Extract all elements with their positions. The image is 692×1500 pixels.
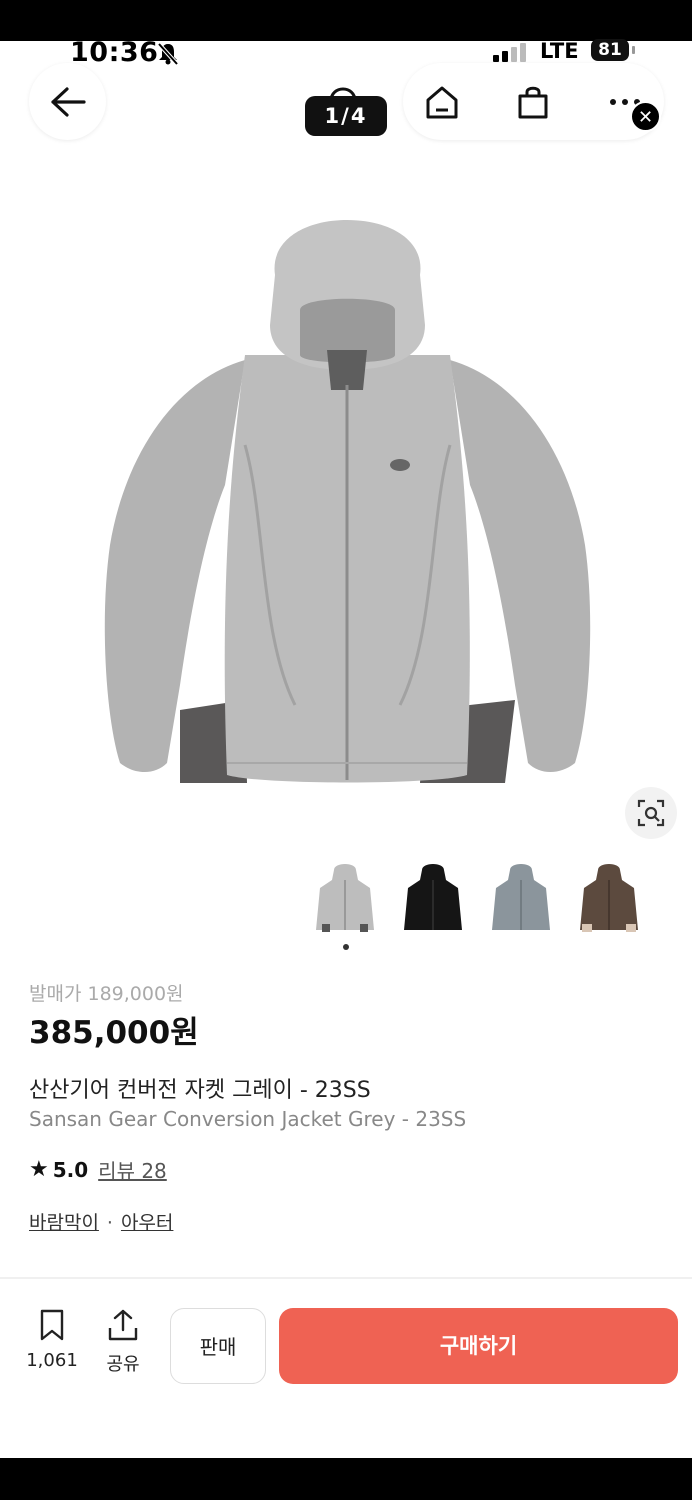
share-label: 공유 bbox=[106, 1354, 140, 1375]
share-icon bbox=[108, 1309, 138, 1341]
rating-score: 5.0 bbox=[52, 1157, 89, 1182]
category-link-windbreaker[interactable]: 바람막이 bbox=[29, 1212, 99, 1234]
buy-button[interactable]: 구매하기 bbox=[279, 1308, 678, 1384]
wishlist-button[interactable]: 1,061 bbox=[22, 1308, 82, 1371]
battery-indicator: 81 bbox=[591, 39, 629, 61]
product-name-korean: 산산기어 컨버전 자켓 그레이 - 23SS bbox=[29, 1078, 371, 1103]
bottom-black-bar bbox=[0, 1458, 692, 1500]
share-button[interactable]: 공유 bbox=[93, 1308, 153, 1376]
jacket-image bbox=[104, 220, 591, 783]
home-icon bbox=[426, 86, 458, 119]
jacket-thumb-grey bbox=[316, 864, 374, 932]
shopping-bag-icon bbox=[518, 86, 548, 119]
color-thumb-blue-grey[interactable] bbox=[488, 858, 554, 938]
star-icon: ★ bbox=[29, 1157, 49, 1182]
bell-muted-icon bbox=[157, 42, 179, 70]
image-search-button[interactable] bbox=[625, 787, 677, 839]
status-time: 10:36 bbox=[70, 37, 159, 68]
category-breadcrumb: 바람막이 · 아우터 bbox=[29, 1208, 173, 1235]
jacket-thumb-black bbox=[404, 864, 462, 930]
close-icon: ✕ bbox=[637, 107, 654, 128]
current-price: 385,000원 bbox=[29, 1015, 199, 1051]
color-thumb-brown[interactable] bbox=[576, 858, 642, 938]
color-thumb-black[interactable] bbox=[400, 858, 466, 938]
cart-button[interactable] bbox=[514, 83, 552, 121]
wishlist-count: 1,061 bbox=[26, 1350, 78, 1371]
category-separator: · bbox=[106, 1212, 113, 1234]
home-button[interactable] bbox=[423, 83, 461, 121]
sell-button[interactable]: 판매 bbox=[170, 1308, 266, 1384]
color-thumb-grey[interactable] bbox=[312, 858, 378, 938]
image-page-indicator: 1/4 bbox=[305, 96, 387, 136]
close-button[interactable]: ✕ bbox=[630, 101, 661, 132]
arrow-left-icon bbox=[50, 86, 86, 117]
back-button[interactable] bbox=[29, 63, 106, 140]
jacket-thumb-blue-grey bbox=[492, 864, 550, 930]
jacket-thumb-brown bbox=[580, 864, 638, 932]
header-action-group bbox=[403, 63, 664, 140]
battery-tip bbox=[632, 46, 635, 54]
product-image[interactable] bbox=[95, 215, 600, 795]
review-link[interactable]: 리뷰 28 bbox=[98, 1155, 167, 1184]
product-name-english: Sansan Gear Conversion Jacket Grey - 23S… bbox=[29, 1107, 467, 1131]
lens-icon bbox=[637, 799, 665, 827]
network-label: LTE bbox=[540, 39, 579, 63]
category-link-outer[interactable]: 아우터 bbox=[121, 1212, 173, 1234]
section-divider bbox=[0, 1277, 692, 1279]
carousel-dot bbox=[343, 944, 349, 950]
bookmark-icon bbox=[40, 1309, 64, 1341]
release-price: 발매가 189,000원 bbox=[29, 983, 184, 1005]
rating-row: ★ 5.0 리뷰 28 bbox=[29, 1155, 167, 1184]
